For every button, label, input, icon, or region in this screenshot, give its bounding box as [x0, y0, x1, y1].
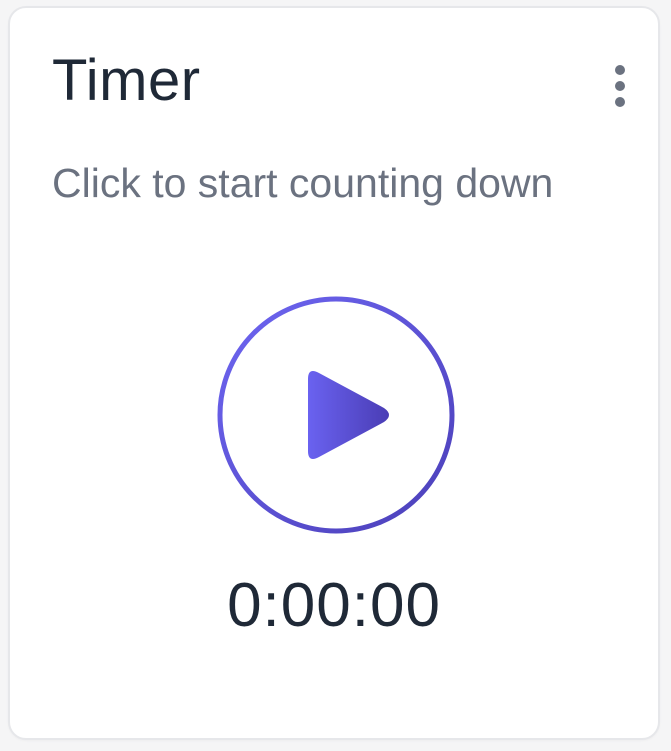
play-icon — [217, 296, 455, 534]
timer-card: Timer Click to start counting down 0:00:… — [8, 6, 660, 740]
more-vertical-icon-dot — [615, 81, 625, 91]
more-vertical-icon-dot — [615, 97, 625, 107]
more-vertical-icon — [615, 65, 625, 75]
timer-subtitle: Click to start counting down — [52, 160, 554, 206]
timer-title: Timer — [52, 48, 201, 113]
more-options-button[interactable] — [602, 58, 638, 114]
time-display: 0:00:00 — [227, 571, 441, 640]
play-button[interactable] — [216, 295, 456, 535]
